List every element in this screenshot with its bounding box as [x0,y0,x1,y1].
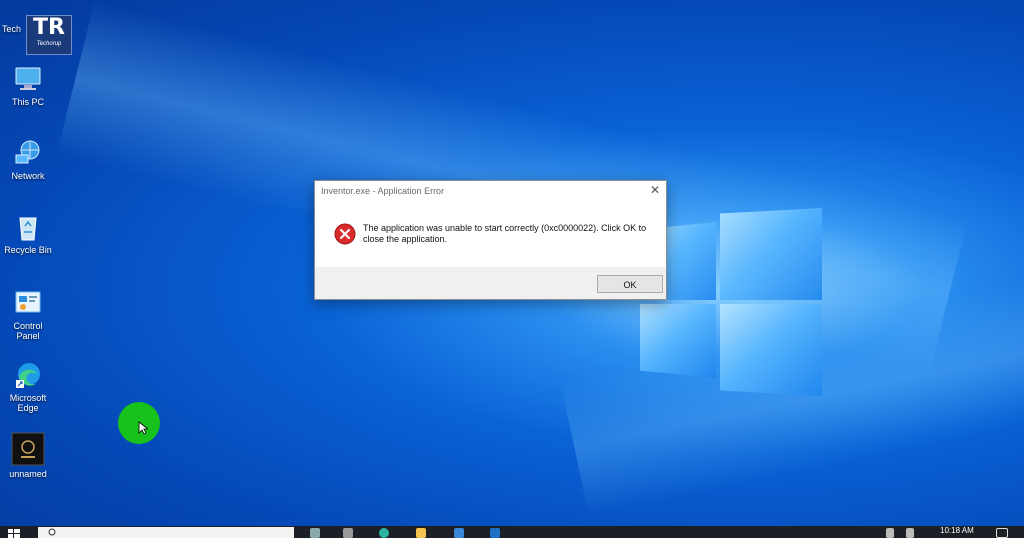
watermark-big-text: TR [33,15,65,40]
search-icon [48,528,56,536]
edge-browser-icon [16,363,40,388]
taskbar: 10:18 AM [0,526,1024,538]
dialog-title: Inventor.exe - Application Error [321,186,445,196]
logo-pane [720,304,822,396]
desktop-icon-unnamed[interactable]: unnamed [4,432,52,479]
file-explorer-icon[interactable] [416,528,426,538]
desktop-icon-label: Recycle Bin [4,245,52,255]
notification-icon[interactable] [996,528,1008,538]
dialog-body: The application was unable to start corr… [315,203,666,267]
desktop-icon-label: Microsoft Edge [9,393,47,413]
desktop-icon-control-panel[interactable]: Control Panel [4,288,52,341]
taskbar-app-icon[interactable] [343,528,353,538]
desktop-icon-label: Control Panel [13,321,43,341]
watermark-small-text: Techorup [36,41,62,47]
logo-pane [640,304,716,378]
desktop-icon-label: Network [11,171,45,181]
taskbar-clock[interactable]: 10:18 AM [940,526,974,535]
recycle-bin-icon [19,217,37,241]
desktop-icon-label: This PC [11,97,44,107]
dialog-footer: OK [315,267,666,299]
ok-button[interactable]: OK [597,275,663,293]
computer-icon [15,67,41,90]
desktop-icon-microsoft-edge[interactable]: Microsoft Edge [4,360,52,413]
channel-watermark-logo: TR Techorup [26,15,72,55]
desktop-icon-recycle-bin[interactable]: Recycle Bin [4,212,52,255]
desktop-icon-network[interactable]: Network [4,138,52,181]
error-message: The application was unable to start corr… [363,223,647,244]
network-tray-icon[interactable] [886,528,894,538]
volume-tray-icon[interactable] [906,528,914,538]
windows-start-icon[interactable] [6,528,22,538]
store-icon[interactable] [454,528,464,538]
taskbar-search-box[interactable] [38,527,294,538]
task-view-icon[interactable] [310,528,320,538]
desktop-icon-tech-label[interactable]: Tech [2,24,21,34]
close-icon[interactable]: ✕ [650,183,660,197]
application-error-dialog[interactable]: Inventor.exe - Application Error ✕ The a… [314,180,667,300]
network-globe-icon [15,140,40,164]
desktop-background: Tech TR Techorup This PC Network Recycle… [0,0,1024,526]
control-panel-icon [15,291,41,313]
desktop-icon-this-pc[interactable]: This PC [4,64,52,107]
logo-pane [720,208,822,300]
error-icon [334,223,356,245]
desktop-icon-label: unnamed [9,469,47,479]
mouse-pointer-icon [138,421,148,435]
mail-icon[interactable] [490,528,500,538]
image-file-icon [11,432,45,466]
edge-taskbar-icon[interactable] [379,528,389,538]
